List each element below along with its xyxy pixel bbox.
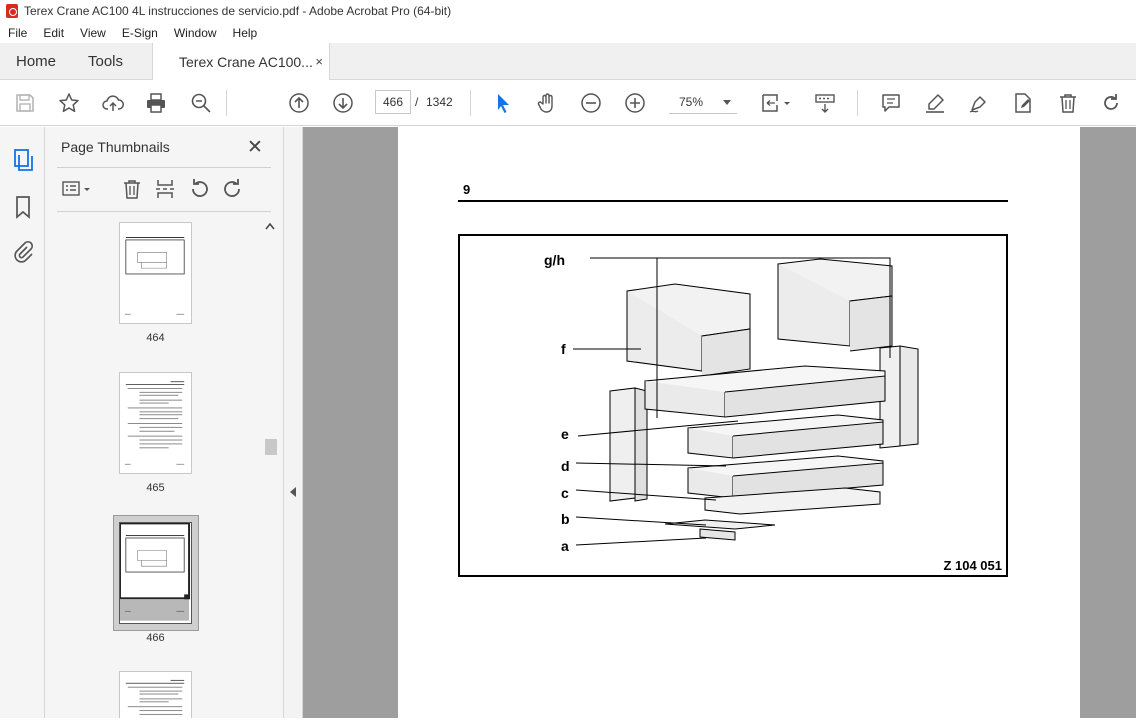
label-c: c [561, 485, 569, 501]
title-bar: Terex Crane AC100 4L instrucciones de se… [0, 0, 1136, 22]
rotate-left-icon[interactable] [187, 177, 211, 201]
figure-id: Z 104 051 [943, 558, 1002, 573]
zoom-in-icon[interactable] [623, 91, 647, 115]
page-separator: / [415, 95, 419, 109]
chevron-down-icon [723, 100, 731, 105]
panel-collapse-handle[interactable] [284, 127, 303, 718]
toolbar-separator [226, 90, 227, 116]
menu-edit[interactable]: Edit [35, 26, 72, 40]
toolbar-separator [470, 90, 471, 116]
delete-trash-icon[interactable] [1056, 91, 1080, 115]
collapse-arrow-icon[interactable] [290, 487, 296, 497]
delete-page-icon[interactable] [120, 177, 144, 201]
zoom-select[interactable]: 75% [669, 90, 737, 114]
menu-esign[interactable]: E-Sign [114, 26, 166, 40]
print-icon[interactable] [144, 91, 168, 115]
cloud-upload-icon[interactable] [101, 91, 125, 115]
document-viewport[interactable]: 9 g/h f e d c b a Z 104 051 [303, 127, 1136, 718]
page-total: 1342 [426, 95, 453, 109]
select-cursor-icon[interactable] [491, 91, 515, 115]
tab-document[interactable]: Terex Crane AC100... × [152, 43, 330, 81]
zoom-search-icon[interactable] [189, 91, 213, 115]
tab-bar: Home Tools Terex Crane AC100... × [0, 43, 1136, 81]
bookmark-icon[interactable] [11, 195, 35, 219]
fit-page-dropdown-icon[interactable] [758, 91, 792, 115]
tab-home[interactable]: Home [16, 43, 56, 80]
toolbar [0, 80, 1136, 126]
tab-document-label: Terex Crane AC100... [179, 54, 313, 70]
menu-view[interactable]: View [72, 26, 114, 40]
menu-file[interactable]: File [0, 26, 35, 40]
page-number-input[interactable]: 466 [375, 90, 411, 114]
window-title: Terex Crane AC100 4L instrucciones de se… [24, 4, 452, 18]
label-gh: g/h [544, 252, 565, 268]
thumbnail-page-label: 466 [146, 632, 165, 644]
label-a: a [561, 538, 569, 554]
label-d: d [561, 458, 570, 474]
selected-page-thumbnail[interactable] [113, 515, 199, 631]
close-icon[interactable]: ✕ [247, 136, 263, 159]
thumbnails-panel: Page Thumbnails ✕ 464 465 466 [45, 127, 284, 718]
menu-help[interactable]: Help [225, 26, 266, 40]
star-bookmark-icon[interactable] [57, 91, 81, 115]
menu-window[interactable]: Window [166, 26, 225, 40]
counterweight-drawing [573, 257, 919, 546]
toolbar-separator [857, 90, 858, 116]
pdf-page: 9 g/h f e d c b a Z 104 051 [398, 127, 1080, 718]
zoom-out-icon[interactable] [579, 91, 603, 115]
page-thumbnail[interactable] [119, 372, 192, 474]
tab-close-icon[interactable]: × [315, 54, 323, 69]
hand-tool-icon[interactable] [535, 91, 559, 115]
attachment-paperclip-icon[interactable] [11, 240, 35, 264]
scrollbar-thumb[interactable] [265, 439, 277, 455]
page-thumbnails-icon[interactable] [11, 148, 35, 172]
extract-page-icon[interactable] [153, 177, 177, 201]
panel-title: Page Thumbnails [61, 139, 170, 155]
section-rule [458, 200, 1008, 202]
scroll-mode-icon[interactable] [813, 91, 837, 115]
zoom-value: 75% [679, 95, 704, 109]
fill-sign-icon[interactable] [1011, 91, 1035, 115]
menu-bar: File Edit View E-Sign Window Help [0, 22, 1136, 43]
previous-page-icon[interactable] [287, 91, 311, 115]
comment-icon[interactable] [879, 91, 903, 115]
thumbnail-page-label: 465 [146, 482, 165, 494]
rotate-right-icon[interactable] [221, 177, 245, 201]
highlight-pen-icon[interactable] [923, 91, 947, 115]
thumbnail-options-icon[interactable] [61, 177, 93, 201]
section-number: 9 [463, 182, 471, 197]
left-rail [0, 127, 45, 718]
thumbnail-page-label: 464 [146, 332, 165, 344]
acrobat-pdf-icon [6, 4, 18, 18]
scroll-up-arrow-icon[interactable] [265, 221, 275, 233]
rotate-redo-icon[interactable] [1099, 91, 1123, 115]
label-f: f [561, 341, 566, 357]
tab-tools[interactable]: Tools [88, 43, 123, 80]
sign-pen-icon[interactable] [967, 91, 991, 115]
divider [57, 167, 271, 168]
next-page-icon[interactable] [331, 91, 355, 115]
save-icon[interactable] [13, 91, 37, 115]
technical-figure: g/h f e d c b a Z 104 051 [458, 234, 1008, 577]
page-thumbnail[interactable] [119, 222, 192, 324]
divider [57, 211, 271, 212]
label-b: b [561, 511, 570, 527]
label-e: e [561, 426, 569, 442]
thumbnails-scrollbar[interactable] [262, 221, 277, 718]
page-thumbnail[interactable] [119, 671, 192, 718]
